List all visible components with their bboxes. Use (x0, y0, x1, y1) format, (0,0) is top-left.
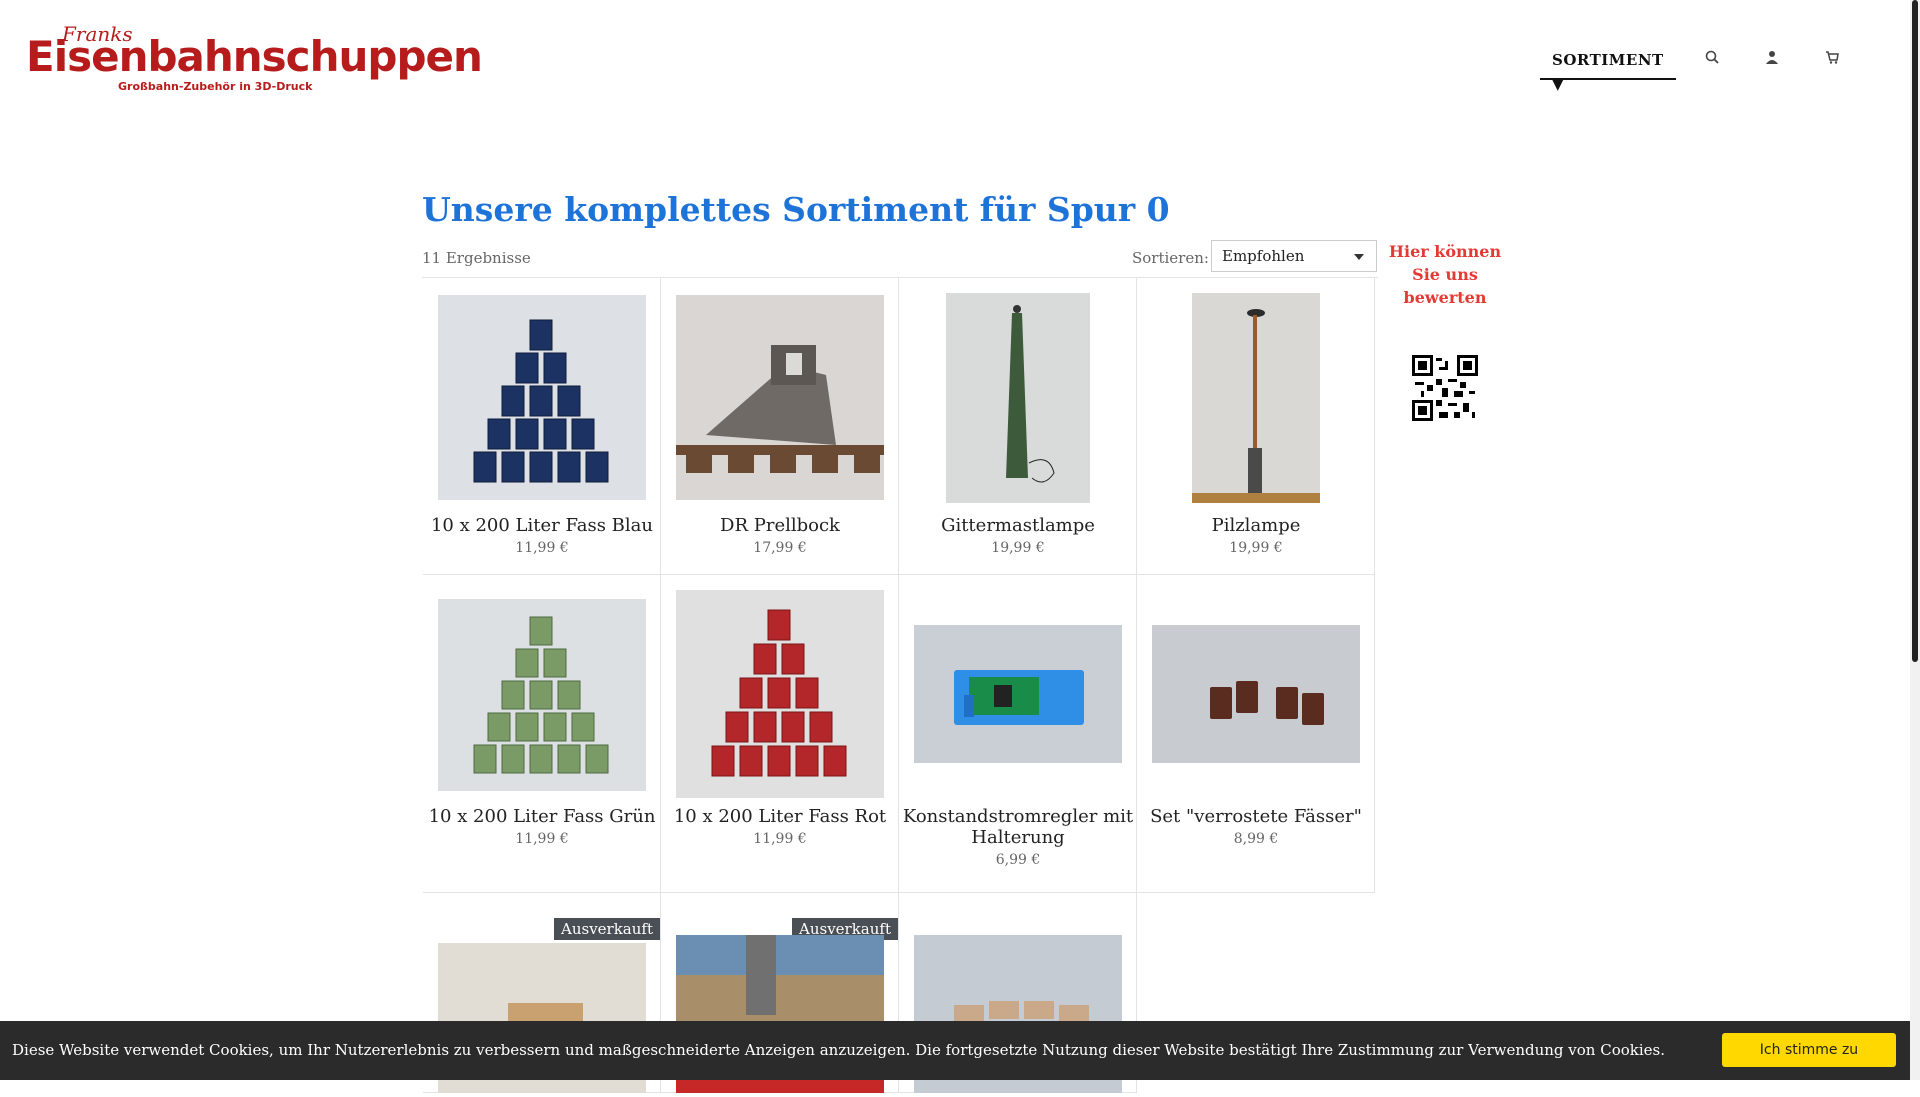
product-price: 11,99 € (753, 831, 807, 847)
cart-icon[interactable] (1824, 50, 1840, 66)
logo-tagline: Großbahn-Zubehör in 3D-Druck (118, 80, 313, 93)
product-name[interactable]: Pilzlampe (1137, 515, 1375, 536)
rate-us-text[interactable]: Hier können Sie uns bewerten (1380, 240, 1510, 309)
cookie-accept-button[interactable]: Ich stimme zu (1722, 1033, 1896, 1067)
product-image-green-barrels[interactable] (438, 599, 646, 791)
product-image-red-barrels[interactable] (676, 590, 884, 798)
product-price: 6,99 € (995, 852, 1041, 868)
product-image-gittermast-lamp[interactable] (914, 293, 1122, 503)
product-card[interactable]: DR Prellbock 17,99 € (661, 278, 899, 575)
user-icon[interactable] (1764, 50, 1780, 66)
product-card[interactable]: 10 x 200 Liter Fass Blau 11,99 € (423, 278, 661, 575)
product-image-rusty-barrels[interactable] (1152, 625, 1360, 763)
sort-label: Sortieren: (1132, 249, 1209, 267)
product-card[interactable]: Konstandstromregler mit Halterung 6,99 € (899, 575, 1137, 893)
product-name[interactable]: Set "verrostete Fässer" (1137, 806, 1375, 827)
cookie-banner: Diese Website verwendet Cookies, um Ihr … (0, 1021, 1910, 1080)
product-name[interactable]: 10 x 200 Liter Fass Blau (423, 515, 661, 536)
product-name[interactable]: Gittermastlampe (899, 515, 1137, 536)
product-price: 11,99 € (515, 540, 569, 556)
logo-brand-name: Eisenbahnschuppen (26, 32, 483, 81)
qr-code-icon[interactable] (1412, 355, 1478, 421)
product-name[interactable]: Konstandstromregler mit Halterung (899, 806, 1137, 848)
sort-selected-value: Empfohlen (1222, 247, 1305, 265)
page-title: Unsere komplettes Sortiment für Spur 0 (422, 190, 1170, 229)
main-content: Unsere komplettes Sortiment für Spur 0 1… (422, 190, 1378, 1093)
scrollbar-thumb[interactable] (1912, 0, 1918, 662)
search-icon[interactable] (1704, 50, 1720, 66)
product-name[interactable]: DR Prellbock (661, 515, 899, 536)
chevron-down-icon (1354, 254, 1364, 260)
product-name[interactable]: 10 x 200 Liter Fass Grün (423, 806, 661, 827)
sort-select[interactable]: Empfohlen (1211, 240, 1377, 272)
sold-out-badge: Ausverkauft (554, 918, 660, 940)
product-image-prellbock[interactable] (676, 295, 884, 500)
product-card[interactable]: Pilzlampe 19,99 € (1137, 278, 1375, 575)
product-grid: 10 x 200 Liter Fass Blau 11,99 € DR Prel… (422, 277, 1378, 1093)
nav-sortiment[interactable]: SORTIMENT ▼ (1540, 48, 1676, 93)
product-image-stromregler[interactable] (914, 625, 1122, 763)
page-scrollbar[interactable] (1910, 0, 1920, 1080)
product-price: 17,99 € (753, 540, 807, 556)
product-price: 19,99 € (991, 540, 1045, 556)
product-name[interactable]: 10 x 200 Liter Fass Rot (661, 806, 899, 827)
product-card[interactable]: 10 x 200 Liter Fass Grün 11,99 € (423, 575, 661, 893)
product-card[interactable]: Gittermastlampe 19,99 € (899, 278, 1137, 575)
product-card[interactable]: 10 x 200 Liter Fass Rot 11,99 € (661, 575, 899, 893)
product-image-pilzlampe[interactable] (1152, 293, 1360, 503)
cookie-text: Diese Website verwendet Cookies, um Ihr … (12, 1041, 1665, 1059)
results-count: 11 Ergebnisse (422, 249, 531, 267)
product-price: 19,99 € (1229, 540, 1283, 556)
site-logo[interactable]: Franks Eisenbahnschuppen Großbahn-Zubehö… (26, 22, 483, 97)
product-image-blue-barrels[interactable] (438, 295, 646, 500)
product-price: 11,99 € (515, 831, 569, 847)
site-header: Franks Eisenbahnschuppen Großbahn-Zubehö… (0, 0, 1910, 100)
product-card[interactable]: Set "verrostete Fässer" 8,99 € (1137, 575, 1375, 893)
product-price: 8,99 € (1233, 831, 1279, 847)
